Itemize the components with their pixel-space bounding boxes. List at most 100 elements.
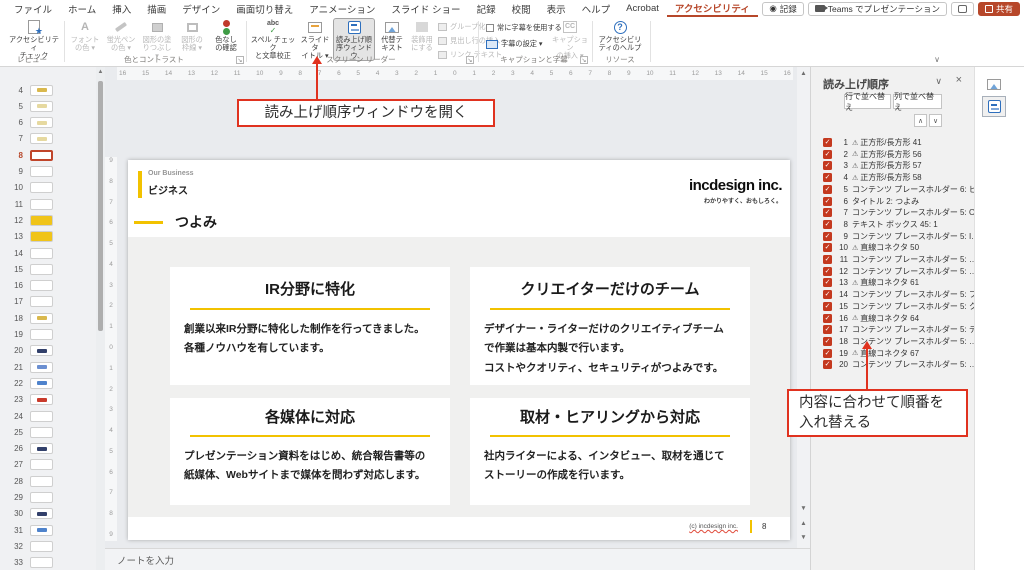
thumbnail-image[interactable] <box>30 117 53 128</box>
slide-thumbnail[interactable]: 4 <box>0 83 96 97</box>
thumbnail-image[interactable] <box>30 133 53 144</box>
thumbnail-image[interactable] <box>30 362 53 373</box>
horizontal-ruler[interactable]: 1615141312111098765432101234567891011121… <box>117 67 793 80</box>
always-use-subtitles-checkbox[interactable]: 常に字幕を使用する <box>486 23 562 33</box>
slide-thumbnail[interactable]: 16 <box>0 279 96 293</box>
reading-order-item[interactable]: ✓20コンテンツ プレースホルダー 5: … <box>811 359 974 370</box>
item-checkbox[interactable]: ✓ <box>823 302 832 311</box>
reading-order-item[interactable]: ✓18コンテンツ プレースホルダー 5: … <box>811 336 974 347</box>
thumbnail-image[interactable] <box>30 280 53 291</box>
slide-thumbnail[interactable]: 20 <box>0 344 96 358</box>
slide-thumbnail[interactable]: 5 <box>0 99 96 113</box>
dialog-launcher-icon[interactable]: ↘ <box>580 56 588 64</box>
thumbnail-image[interactable] <box>30 85 53 96</box>
ribbon-tab[interactable]: 描画 <box>139 0 174 17</box>
ribbon-tab[interactable]: ファイル <box>6 0 60 17</box>
thumbnail-image[interactable] <box>30 394 53 405</box>
card-all-media[interactable]: 各媒体に対応 プレゼンテーション資料をはじめ、統合報告書等の 紙媒体、Webサイ… <box>170 398 450 505</box>
scroll-down-icon[interactable]: ▼ <box>797 505 810 512</box>
thumbnail-image[interactable] <box>30 182 53 193</box>
share-button[interactable]: 共有 <box>978 2 1020 16</box>
item-checkbox[interactable]: ✓ <box>823 360 832 369</box>
ribbon-tab[interactable]: アクセシビリティ <box>667 0 758 17</box>
slide-thumbnail[interactable]: 13 <box>0 230 96 244</box>
dialog-launcher-icon[interactable]: ↘ <box>466 56 474 64</box>
group-objects-button[interactable]: グループ化 ▾ <box>438 22 491 32</box>
sort-by-row-button[interactable]: 行で並べ替え <box>844 94 891 109</box>
decorative-button[interactable]: 装飾用 にする <box>408 19 436 52</box>
ribbon-tab[interactable]: 表示 <box>539 0 574 17</box>
ribbon-tab[interactable]: アニメーション <box>301 0 383 17</box>
slide-thumbnail[interactable]: 9 <box>0 165 96 179</box>
highlighter-color-button[interactable]: 蛍光ペン の色 ▾ <box>104 19 138 52</box>
thumbnail-image[interactable] <box>30 199 53 210</box>
reading-order-item[interactable]: ✓4⚠正方形/長方形 58 <box>811 172 974 183</box>
item-checkbox[interactable]: ✓ <box>823 349 832 358</box>
thumbnail-image[interactable] <box>30 150 53 161</box>
item-checkbox[interactable]: ✓ <box>823 185 832 194</box>
thumbnail-image[interactable] <box>30 313 53 324</box>
scroll-up-icon[interactable]: ▲ <box>797 70 810 77</box>
ribbon-tab[interactable]: ホーム <box>60 0 104 17</box>
thumbnail-image[interactable] <box>30 329 53 340</box>
reading-order-item[interactable]: ✓17コンテンツ プレースホルダー 5: デ… <box>811 324 974 335</box>
ribbon-tab[interactable]: 挿入 <box>104 0 139 17</box>
ribbon-tab[interactable]: デザイン <box>174 0 228 17</box>
check-without-color-button[interactable]: 色なし の確認 <box>208 19 244 52</box>
thumbnail-image[interactable] <box>30 427 53 438</box>
reading-order-item[interactable]: ✓12コンテンツ プレースホルダー 5: … <box>811 266 974 277</box>
thumbnail-image[interactable] <box>30 541 53 552</box>
card-creator-team[interactable]: クリエイターだけのチーム デザイナー・ライターだけのクリエイティブチーム で作業… <box>470 267 750 385</box>
slide-thumbnail[interactable]: 33 <box>0 556 96 570</box>
thumbnail-image[interactable] <box>30 557 53 568</box>
thumbnail-image[interactable] <box>30 264 53 275</box>
slide-thumbnail[interactable]: 15 <box>0 262 96 276</box>
next-slide-button[interactable]: ▼ <box>797 534 810 541</box>
slide-thumbnail[interactable]: 19 <box>0 328 96 342</box>
reading-order-item[interactable]: ✓8テキスト ボックス 45: 1 <box>811 219 974 230</box>
reading-order-item[interactable]: ✓3⚠正方形/長方形 57 <box>811 160 974 171</box>
card-ir-focus[interactable]: IR分野に特化 創業以来IR分野に特化した制作を行ってきました。 各種ノウハウを… <box>170 267 450 385</box>
slide-thumbnail[interactable]: 7 <box>0 132 96 146</box>
reading-order-item[interactable]: ✓1⚠正方形/長方形 41 <box>811 137 974 148</box>
reading-order-item[interactable]: ✓14コンテンツ プレースホルダー 5: プ… <box>811 289 974 300</box>
thumbnail-image[interactable] <box>30 459 53 470</box>
thumbnail-image[interactable] <box>30 215 53 226</box>
slide-thumbnail[interactable]: 28 <box>0 474 96 488</box>
slide-thumbnail[interactable]: 24 <box>0 409 96 423</box>
slide-thumbnail[interactable]: 32 <box>0 539 96 553</box>
slide-thumbnail[interactable]: 12 <box>0 213 96 227</box>
scroll-up-icon[interactable]: ▲ <box>96 69 105 75</box>
move-down-button[interactable]: ∨ <box>929 114 942 127</box>
item-checkbox[interactable]: ✓ <box>823 173 832 182</box>
thumbnail-image[interactable] <box>30 101 53 112</box>
reading-order-item[interactable]: ✓9コンテンツ プレースホルダー 5: I… <box>811 231 974 242</box>
vertical-ruler[interactable]: 9876543210123456789 <box>105 157 117 541</box>
teams-present-button[interactable]: Teams でプレゼンテーション <box>808 2 947 16</box>
card-interview[interactable]: 取材・ヒアリングから対応 社内ライターによる、インタビュー、取材を通じて ストー… <box>470 398 750 505</box>
thumbnail-image[interactable] <box>30 411 53 422</box>
item-checkbox[interactable]: ✓ <box>823 255 832 264</box>
item-checkbox[interactable]: ✓ <box>823 290 832 299</box>
thumbnail-image[interactable] <box>30 492 53 503</box>
slide-thumbnail[interactable]: 8 <box>0 148 96 162</box>
slide-thumbnail[interactable]: 17 <box>0 295 96 309</box>
subtitle-settings-button[interactable]: 字幕の設定 ▾ <box>486 39 543 49</box>
comments-button[interactable] <box>951 2 974 16</box>
thumbnail-scrollbar[interactable]: ▲ <box>96 67 105 570</box>
pane-collapse-icon[interactable]: ∨ <box>935 76 942 87</box>
slide-thumbnail[interactable]: 21 <box>0 360 96 374</box>
thumbnail-image[interactable] <box>30 248 53 259</box>
reading-order-item[interactable]: ✓2⚠正方形/長方形 56 <box>811 149 974 160</box>
move-up-button[interactable]: ∧ <box>914 114 927 127</box>
slide-thumbnail[interactable]: 23 <box>0 393 96 407</box>
ribbon-tab[interactable]: 画面切り替え <box>228 0 301 17</box>
slide-thumbnail[interactable]: 25 <box>0 425 96 439</box>
item-checkbox[interactable]: ✓ <box>823 138 832 147</box>
sort-by-column-button[interactable]: 列で並べ替え <box>893 94 942 109</box>
item-checkbox[interactable]: ✓ <box>823 197 832 206</box>
item-checkbox[interactable]: ✓ <box>823 220 832 229</box>
slide-scrollbar[interactable]: ▲ ▼ ▲ ▼ <box>797 67 810 548</box>
item-checkbox[interactable]: ✓ <box>823 161 832 170</box>
item-checkbox[interactable]: ✓ <box>823 150 832 159</box>
